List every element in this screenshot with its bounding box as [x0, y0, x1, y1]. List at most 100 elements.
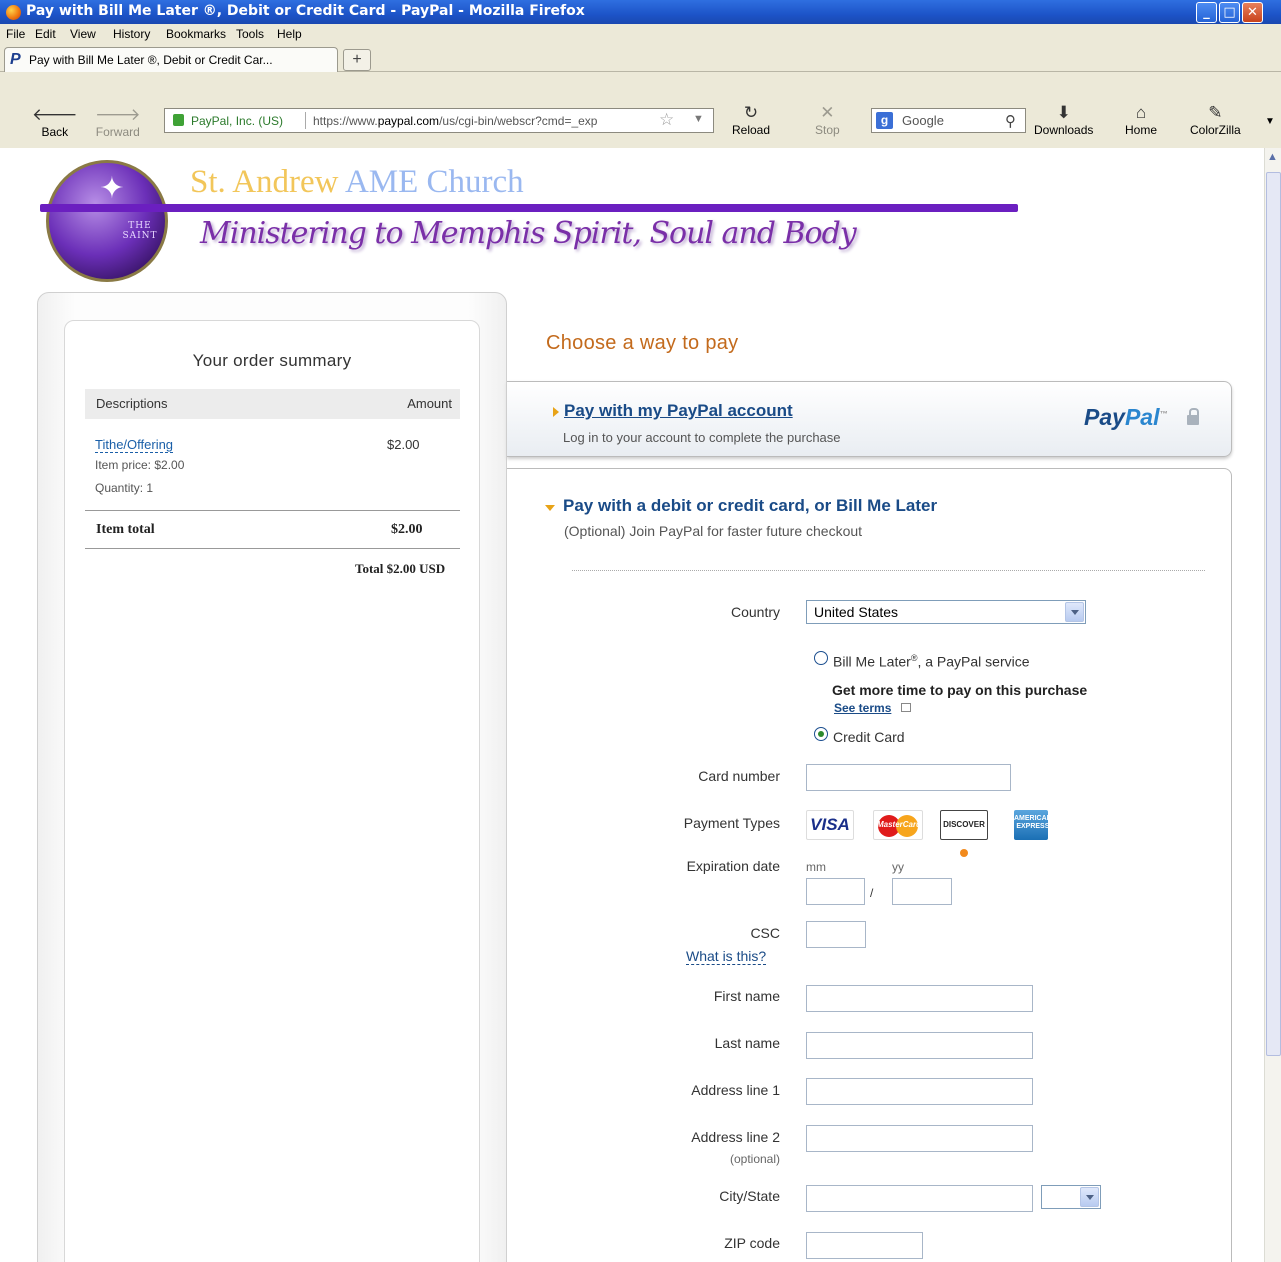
site-identity[interactable]: PayPal, Inc. (US): [191, 114, 283, 128]
item-amount: $2.00: [387, 437, 420, 452]
church-tagline: Ministering to Memphis Spirit, Soul and …: [200, 216, 857, 251]
back-label: Back: [41, 125, 69, 139]
visa-logo: VISA: [806, 810, 854, 840]
address-line-2-input[interactable]: [806, 1125, 1033, 1152]
last-name-input[interactable]: [806, 1032, 1033, 1059]
forward-arrow-icon: 🡒: [95, 105, 141, 124]
paypal-account-link[interactable]: Pay with my PayPal account: [564, 401, 793, 421]
stop-icon: ✕: [820, 103, 835, 122]
toolbar-overflow-icon[interactable]: ▼: [1265, 116, 1275, 127]
item-name-link[interactable]: Tithe/Offering: [95, 437, 174, 453]
bookmark-star-icon[interactable]: ☆: [659, 110, 674, 130]
eyedropper-icon: ✎: [1208, 103, 1223, 122]
new-tab-button[interactable]: +: [343, 49, 371, 71]
close-button[interactable]: ✕: [1242, 2, 1263, 23]
summary-header-row: Descriptions Amount: [85, 389, 460, 419]
window-title: Pay with Bill Me Later ®, Debit or Credi…: [26, 3, 585, 19]
address-line-1-label: Address line 1: [691, 1082, 780, 1098]
first-name-input[interactable]: [806, 985, 1033, 1012]
forward-label: Forward: [95, 125, 140, 139]
amex-logo: AMERICAN EXPRESS: [1014, 810, 1052, 840]
menu-file[interactable]: File: [6, 27, 25, 41]
bill-me-later-radio[interactable]: [814, 651, 828, 665]
back-button[interactable]: 🡐 Back: [32, 105, 78, 139]
colorzilla-label: ColorZilla: [1190, 123, 1241, 137]
first-name-label: First name: [713, 988, 780, 1004]
page-scrollbar[interactable]: ▲: [1264, 148, 1281, 1262]
item-quantity: Quantity: 1: [95, 481, 154, 495]
address-line-2-label: Address line 2: [691, 1129, 780, 1145]
url-dropdown-icon[interactable]: ▼: [693, 113, 704, 125]
downloads-button[interactable]: ⬇ Downloads: [1034, 103, 1093, 137]
chevron-down-icon[interactable]: [1065, 602, 1084, 622]
paypal-account-option[interactable]: Pay with my PayPal account Log in to you…: [507, 381, 1232, 457]
section-divider: [572, 570, 1205, 571]
csc-input[interactable]: [806, 921, 866, 948]
credit-card-radio[interactable]: [814, 727, 828, 741]
stop-label: Stop: [815, 123, 840, 137]
google-icon[interactable]: g: [876, 112, 893, 129]
chevron-down-icon[interactable]: [1080, 1187, 1099, 1207]
discover-logo: DISCOVER: [940, 810, 988, 857]
csc-label: CSC: [750, 925, 780, 941]
payment-types-label: Payment Types: [683, 815, 780, 831]
expiration-month-input[interactable]: [806, 878, 865, 905]
paypal-logo: PayPal™: [1084, 404, 1168, 430]
window-titlebar: Pay with Bill Me Later ®, Debit or Credi…: [0, 0, 1281, 24]
menu-history[interactable]: History: [113, 27, 150, 41]
expiration-year-input[interactable]: [892, 878, 952, 905]
state-select[interactable]: [1041, 1185, 1101, 1209]
country-select[interactable]: United States: [806, 600, 1086, 624]
back-arrow-icon: 🡐: [32, 105, 78, 124]
card-number-input[interactable]: [806, 764, 1011, 791]
stop-button[interactable]: ✕ Stop: [815, 103, 840, 137]
address-line-1-input[interactable]: [806, 1078, 1033, 1105]
tab-strip: P Pay with Bill Me Later ®, Debit or Cre…: [0, 44, 1281, 72]
page-content: ✦ THE SAINT St. Andrew AME Church Minist…: [0, 148, 1264, 1262]
scroll-up-icon[interactable]: ▲: [1267, 151, 1278, 163]
zip-input[interactable]: [806, 1232, 923, 1259]
church-name: St. Andrew AME Church: [190, 164, 524, 200]
descriptions-header: Descriptions: [96, 396, 168, 411]
summary-divider: [85, 510, 460, 511]
amount-header: Amount: [407, 396, 452, 411]
minimize-button[interactable]: _: [1196, 2, 1217, 23]
search-box[interactable]: g Google ⚲: [871, 108, 1026, 133]
menu-bar: File Edit View History Bookmarks Tools H…: [0, 24, 1281, 44]
home-button[interactable]: ⌂ Home: [1125, 103, 1157, 137]
optional-hint: (optional): [729, 1152, 780, 1166]
card-number-label: Card number: [698, 768, 780, 784]
card-payment-title[interactable]: Pay with a debit or credit card, or Bill…: [563, 496, 937, 516]
url-text: https://www.paypal.com/us/cgi-bin/webscr…: [313, 114, 598, 128]
csc-help-link[interactable]: What is this?: [686, 948, 767, 965]
menu-edit[interactable]: Edit: [35, 27, 56, 41]
lock-icon: [1187, 408, 1199, 425]
search-icon[interactable]: ⚲: [1005, 112, 1016, 130]
colorzilla-button[interactable]: ✎ ColorZilla: [1190, 103, 1241, 137]
scrollbar-thumb[interactable]: [1266, 172, 1281, 1056]
reload-icon: ↻: [743, 103, 759, 122]
logo-text: THE SAINT: [122, 221, 158, 241]
card-payment-sub: (Optional) Join PayPal for faster future…: [564, 523, 863, 539]
external-link-icon: [901, 703, 911, 712]
tab-paypal[interactable]: P Pay with Bill Me Later ®, Debit or Cre…: [4, 47, 338, 72]
city-input[interactable]: [806, 1185, 1033, 1212]
collapsed-arrow-icon: [553, 407, 559, 417]
payment-heading: Choose a way to pay: [546, 332, 739, 354]
header-divider: [40, 204, 1018, 212]
menu-help[interactable]: Help: [277, 27, 302, 41]
bill-me-later-label: Bill Me Later®, a PayPal service: [833, 653, 1030, 670]
bill-me-later-note: Get more time to pay on this purchase: [832, 682, 1088, 698]
star-icon: ✦: [99, 172, 125, 205]
see-terms-link[interactable]: See terms: [834, 701, 891, 715]
menu-tools[interactable]: Tools: [236, 27, 264, 41]
url-bar[interactable]: PayPal, Inc. (US) https://www.paypal.com…: [164, 108, 714, 133]
country-label: Country: [730, 604, 780, 620]
grand-total: Total $2.00 USD: [355, 561, 446, 576]
forward-button[interactable]: 🡒 Forward: [95, 105, 141, 139]
reload-button[interactable]: ↻ Reload: [732, 103, 770, 137]
tab-label: Pay with Bill Me Later ®, Debit or Credi…: [29, 53, 273, 67]
menu-view[interactable]: View: [70, 27, 96, 41]
maximize-button[interactable]: □: [1219, 2, 1240, 23]
menu-bookmarks[interactable]: Bookmarks: [166, 27, 226, 41]
